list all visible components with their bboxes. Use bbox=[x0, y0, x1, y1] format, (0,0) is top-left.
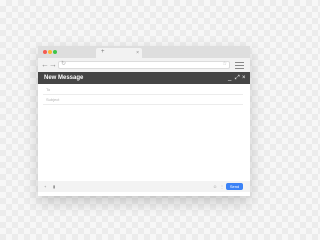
to-field[interactable]: To bbox=[43, 86, 243, 95]
subject-placeholder: Subject bbox=[46, 97, 60, 102]
browser-toolbar: ← → ↻ ☆ bbox=[38, 58, 250, 72]
minimize-window-dot[interactable] bbox=[48, 50, 52, 54]
compose-title: New Message bbox=[44, 75, 84, 81]
maximize-window-dot[interactable] bbox=[53, 50, 57, 54]
address-bar[interactable]: ↻ ☆ bbox=[58, 61, 230, 69]
back-arrow-icon[interactable]: ← bbox=[41, 60, 49, 70]
emoji-icon[interactable]: ☺ bbox=[213, 181, 217, 192]
send-button[interactable]: Send bbox=[226, 183, 243, 190]
attach-icon[interactable]: + bbox=[44, 181, 46, 192]
paperclip-icon[interactable]: ▮ bbox=[53, 181, 55, 192]
subject-field[interactable]: Subject bbox=[43, 96, 243, 105]
browser-titlebar: × + bbox=[38, 46, 250, 58]
compose-footer: + ▮ ☺ ⋮ Send bbox=[38, 181, 250, 192]
reload-icon[interactable]: ↻ bbox=[61, 59, 66, 69]
compose-header: New Message _ ⤢ × bbox=[38, 72, 250, 84]
minimize-icon[interactable]: _ bbox=[228, 72, 231, 84]
tab-close-icon[interactable]: × bbox=[136, 48, 139, 58]
more-options-icon[interactable]: ⋮ bbox=[220, 181, 224, 192]
close-icon[interactable]: × bbox=[242, 72, 246, 84]
new-tab-icon[interactable]: + bbox=[101, 47, 105, 57]
forward-arrow-icon[interactable]: → bbox=[49, 60, 57, 70]
bookmark-star-icon[interactable]: ☆ bbox=[223, 61, 227, 67]
expand-icon[interactable]: ⤢ bbox=[235, 72, 240, 84]
hamburger-menu-icon[interactable] bbox=[235, 62, 244, 71]
to-placeholder: To bbox=[46, 87, 51, 92]
close-window-dot[interactable] bbox=[43, 50, 47, 54]
